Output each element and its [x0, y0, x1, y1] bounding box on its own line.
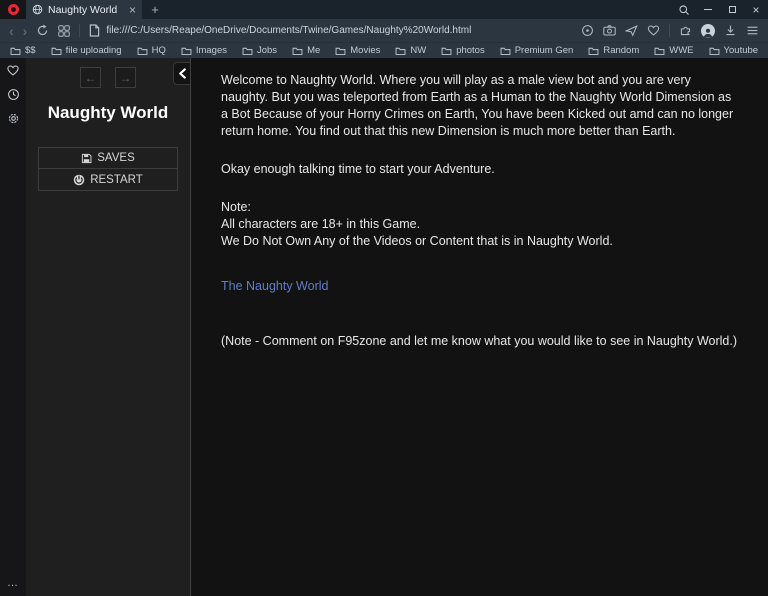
address-toolbar: ‹ › file:///C:/Users/Reape/OneDrive/Docu…: [0, 19, 768, 42]
tab-naughty-world[interactable]: Naughty World ×: [26, 0, 142, 19]
opera-sidebar-strip: …: [0, 58, 26, 596]
bookmark-heart-icon[interactable]: [647, 24, 660, 37]
toolbar-divider: [669, 24, 670, 37]
passage-link-the-naughty-world[interactable]: The Naughty World: [221, 278, 328, 295]
reload-button[interactable]: [36, 24, 49, 37]
power-restart-icon: [73, 174, 85, 186]
snapshot-camera-icon[interactable]: [603, 24, 616, 37]
tab-close-icon[interactable]: ×: [129, 4, 136, 16]
folder-icon: [441, 46, 452, 56]
folder-icon: [335, 46, 346, 56]
history-forward-button[interactable]: →: [115, 67, 136, 88]
restart-label: RESTART: [90, 174, 143, 186]
chevron-left-icon: [178, 68, 187, 79]
bookmark-folder[interactable]: Images: [181, 45, 227, 56]
bookmark-folder[interactable]: Random: [588, 45, 639, 56]
back-button[interactable]: ‹: [9, 24, 14, 38]
bookmark-folder[interactable]: Jobs: [242, 45, 277, 56]
passage-note-label: Note:: [221, 199, 738, 216]
bookmark-folder[interactable]: Premium Gen: [500, 45, 574, 56]
bookmark-folder[interactable]: WWE: [654, 45, 693, 56]
window-close-button[interactable]: ×: [744, 0, 768, 19]
folder-icon: [709, 46, 720, 56]
tab-title: Naughty World: [48, 4, 124, 16]
bookmark-folder[interactable]: photos: [441, 45, 485, 56]
search-icon[interactable]: [672, 0, 696, 19]
easy-setup-menu-icon[interactable]: [746, 24, 759, 37]
history-clock-icon[interactable]: [7, 88, 20, 101]
page-access-icon[interactable]: [581, 24, 594, 37]
profile-avatar[interactable]: [701, 24, 715, 38]
bookmark-folder[interactable]: Movies: [335, 45, 380, 56]
browser-window: Naughty World × + × ‹ › file:///C:/U: [0, 0, 768, 596]
folder-icon: [51, 46, 62, 56]
history-back-button[interactable]: ←: [80, 67, 101, 88]
window-minimize-button[interactable]: [696, 0, 720, 19]
tab-strip-empty: [168, 0, 672, 19]
folder-icon: [395, 46, 406, 56]
folder-icon: [242, 46, 253, 56]
settings-gear-icon[interactable]: [7, 112, 20, 125]
window-maximize-button[interactable]: [720, 0, 744, 19]
address-field[interactable]: file:///C:/Users/Reape/OneDrive/Document…: [89, 24, 572, 37]
history-controls: ← →: [38, 67, 178, 88]
folder-icon: [292, 46, 303, 56]
passage-paragraph: Welcome to Naughty World. Where you will…: [221, 72, 738, 140]
ui-bar-menu: SAVES RESTART: [38, 147, 178, 191]
folder-icon: [654, 46, 665, 56]
bookmark-folder[interactable]: file uploading: [51, 45, 122, 56]
globe-favicon-icon: [32, 4, 43, 15]
saves-label: SAVES: [97, 152, 135, 164]
forward-button[interactable]: ›: [23, 24, 28, 38]
page-icon: [89, 24, 100, 37]
ui-bar-collapse-button[interactable]: [173, 62, 190, 85]
bookmarks-bar: $$ file uploading HQ Images Jobs Me Movi…: [0, 42, 768, 58]
restart-button[interactable]: RESTART: [39, 169, 177, 190]
downloads-icon[interactable]: [724, 24, 737, 37]
folder-icon: [500, 46, 511, 56]
extensions-icon[interactable]: [679, 24, 692, 37]
folder-icon: [137, 46, 148, 56]
folder-icon: [181, 46, 192, 56]
floppy-save-icon: [81, 153, 92, 164]
favorites-heart-icon[interactable]: [6, 64, 20, 77]
content-area: … ← → Naughty World SAVES RESTART: [0, 58, 768, 596]
share-send-icon[interactable]: [625, 24, 638, 37]
url-text[interactable]: file:///C:/Users/Reape/OneDrive/Document…: [106, 25, 471, 36]
bookmark-folder[interactable]: Youtube: [709, 45, 759, 56]
passage-note-line: We Do Not Own Any of the Videos or Conte…: [221, 233, 738, 250]
new-tab-button[interactable]: +: [142, 0, 168, 19]
opera-menu-button[interactable]: [0, 0, 26, 19]
tab-tiling-icon[interactable]: [58, 25, 70, 37]
saves-button[interactable]: SAVES: [39, 148, 177, 169]
game-title: Naughty World: [38, 103, 178, 123]
passage: Welcome to Naughty World. Where you will…: [191, 58, 768, 596]
folder-icon: [10, 46, 21, 56]
bookmark-folder[interactable]: NW: [395, 45, 426, 56]
bookmark-folder[interactable]: Me: [292, 45, 320, 56]
bookmark-folder[interactable]: HQ: [137, 45, 166, 56]
passage-paragraph: Okay enough talking time to start your A…: [221, 161, 738, 178]
folder-icon: [588, 46, 599, 56]
bookmark-folder[interactable]: $$: [10, 45, 36, 56]
game-ui-bar: ← → Naughty World SAVES RESTART: [26, 58, 191, 596]
sidebar-more-button[interactable]: …: [7, 577, 19, 589]
opera-logo-icon: [8, 4, 19, 15]
passage-note-line: All characters are 18+ in this Game.: [221, 216, 738, 233]
passage-footnote: (Note - Comment on F95zone and let me kn…: [221, 333, 738, 350]
tab-bar: Naughty World × + ×: [0, 0, 768, 19]
toolbar-divider: [79, 24, 80, 37]
